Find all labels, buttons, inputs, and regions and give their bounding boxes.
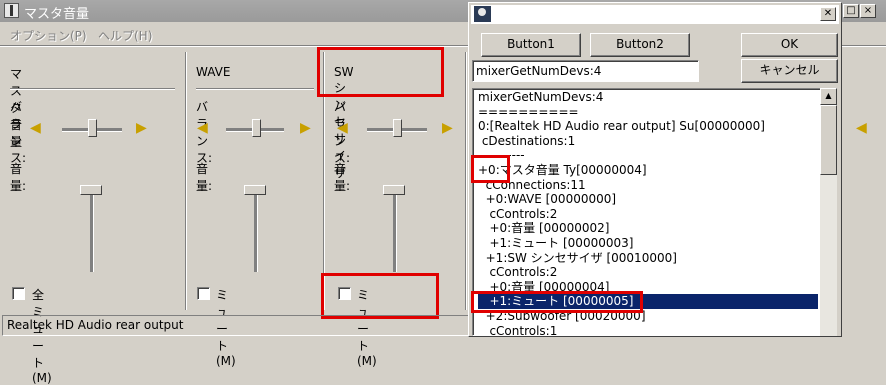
maximize-icon[interactable]: □	[843, 4, 859, 18]
ok-button[interactable]: OK	[741, 33, 838, 57]
mute-all-checkbox[interactable]	[12, 287, 25, 300]
speaker-right-icon: ▶	[300, 120, 311, 136]
speaker-left-icon: ◀	[337, 120, 348, 136]
list-item[interactable]: +0:マスタ音量 Ty[00000004]	[478, 163, 818, 178]
highlight-box	[321, 273, 439, 319]
list-item[interactable]: cConnections:11	[478, 178, 818, 193]
cancel-button[interactable]: キャンセル	[741, 59, 838, 83]
button1[interactable]: Button1	[481, 33, 581, 57]
list-item[interactable]: cControls:1	[478, 324, 818, 335]
menu-options[interactable]: オプション(P)	[10, 27, 87, 44]
volume-track	[90, 186, 94, 272]
volume-app-icon	[4, 3, 19, 18]
volume-slider[interactable]	[244, 185, 266, 195]
vertical-scrollbar[interactable]: ▲	[820, 88, 837, 336]
speaker-right-icon: ▶	[136, 120, 147, 136]
list-item[interactable]: +1:ミュート [00000003]	[478, 236, 818, 251]
scroll-thumb[interactable]	[820, 105, 837, 175]
list-item[interactable]: ==========	[478, 105, 818, 120]
status-panel: Realtek HD Audio rear output	[2, 315, 472, 336]
menu-help[interactable]: ヘルプ(H)	[98, 27, 152, 44]
scroll-up-icon[interactable]: ▲	[820, 88, 837, 105]
balance-slider[interactable]	[252, 119, 261, 137]
debug-dialog: ✕ Button1 Button2 OK キャンセル mixerGetNumDe…	[468, 2, 842, 337]
volume-label: 音量:	[10, 162, 27, 193]
volume-label: 音量:	[196, 162, 213, 193]
list-item[interactable]: +0:音量 [00000002]	[478, 221, 818, 236]
highlight-box	[317, 47, 444, 97]
status-text: Realtek HD Audio rear output	[7, 318, 184, 332]
close-icon[interactable]: ×	[860, 4, 876, 18]
list-item[interactable]: 0:[Realtek HD Audio rear output] Su[0000…	[478, 119, 818, 134]
dialog-title-bar[interactable]: ✕	[471, 5, 839, 24]
speaker-right-icon: ▶	[442, 120, 453, 136]
highlight-box	[471, 291, 643, 313]
list-item[interactable]: ---------	[478, 148, 818, 163]
app-icon	[474, 6, 491, 22]
channel-name: WAVE	[196, 65, 231, 79]
list-item[interactable]: +0:WAVE [00000000]	[478, 192, 818, 207]
balance-label: バランス:	[10, 100, 27, 165]
divider	[10, 88, 175, 90]
speaker-left-icon: ◀	[197, 120, 208, 136]
volume-track	[254, 186, 258, 272]
channel-divider	[185, 52, 187, 310]
volume-track	[393, 186, 397, 272]
volume-slider[interactable]	[383, 185, 405, 195]
highlight-box	[471, 155, 510, 183]
list-item[interactable]: +1:SW シンセサイザ [00010000]	[478, 251, 818, 266]
button2[interactable]: Button2	[590, 33, 690, 57]
speaker-left-icon: ◀	[30, 120, 41, 136]
list-item[interactable]: cControls:2	[478, 207, 818, 222]
volume-slider[interactable]	[80, 185, 102, 195]
speaker-left-icon: ◀	[856, 120, 867, 136]
text-input[interactable]: mixerGetNumDevs:4	[472, 60, 699, 82]
text-input-value: mixerGetNumDevs:4	[476, 64, 602, 78]
list-item[interactable]: mixerGetNumDevs:4	[478, 90, 818, 105]
mute-checkbox[interactable]	[197, 287, 210, 300]
list-item[interactable]: cControls:2	[478, 265, 818, 280]
divider	[196, 88, 314, 90]
list-item[interactable]: cDestinations:1	[478, 134, 818, 149]
channel-divider	[465, 52, 467, 310]
volume-label: 音量:	[334, 162, 351, 193]
balance-slider[interactable]	[393, 119, 402, 137]
balance-slider[interactable]	[88, 119, 97, 137]
close-icon[interactable]: ✕	[820, 7, 836, 21]
mixer-title: マスタ音量	[24, 7, 90, 22]
